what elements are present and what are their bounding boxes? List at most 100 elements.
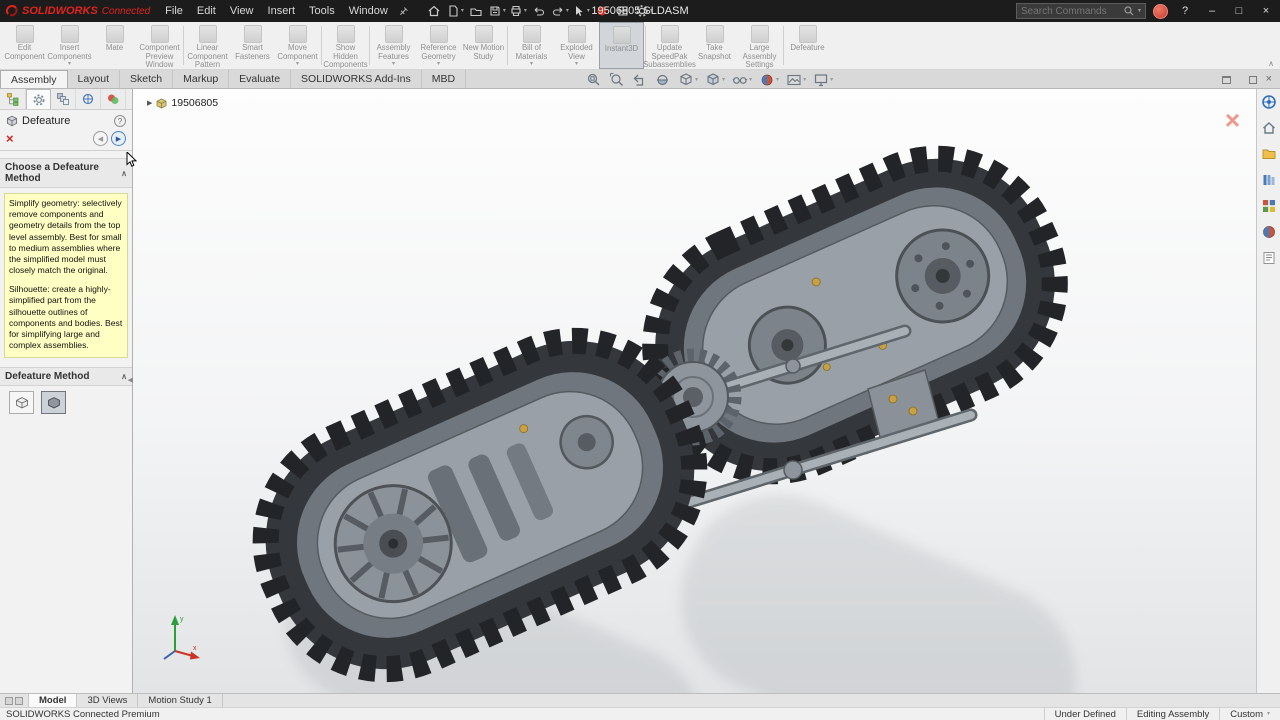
section-view-icon <box>655 72 671 88</box>
constraint-status: Under Defined <box>1044 708 1126 720</box>
zoom-area-button[interactable] <box>609 72 625 88</box>
section-view-button[interactable] <box>655 72 671 88</box>
3dexperience-compass-button[interactable] <box>1261 94 1277 113</box>
view-palette-button[interactable] <box>1261 198 1277 217</box>
select-button[interactable]: ▾ <box>572 2 590 20</box>
panel-next-button[interactable]: ▶ <box>111 131 126 146</box>
silhouette-icon <box>47 396 61 409</box>
ribbon-new-motion-study[interactable]: New Motion Study <box>461 22 506 69</box>
minimize-button[interactable]: – <box>1202 5 1222 17</box>
breadcrumb-expand-icon[interactable]: ▶ <box>147 99 152 107</box>
zoom-fit-button[interactable] <box>586 72 602 88</box>
command-search[interactable]: ▾ <box>1016 3 1146 19</box>
search-dropdown-icon[interactable]: ▾ <box>1138 8 1141 14</box>
menu-edit[interactable]: Edit <box>190 5 223 17</box>
view-orientation-button[interactable]: ▾ <box>678 72 698 88</box>
print-button[interactable]: ▾ <box>509 2 527 20</box>
redo-button[interactable]: ▾ <box>551 2 569 20</box>
ribbon-mate[interactable]: Mate <box>92 22 137 69</box>
method-silhouette-button[interactable] <box>41 391 66 414</box>
maximize-button[interactable]: □ <box>1229 5 1249 17</box>
ribbon-edit-component[interactable]: Edit Component <box>2 22 47 69</box>
cancel-command-button[interactable]: × <box>1225 107 1240 133</box>
graphics-area[interactable]: ▶ 19506805 × y x <box>133 89 1256 693</box>
panel-cancel-button[interactable]: × <box>6 132 14 145</box>
tab-configuration-manager[interactable] <box>51 89 76 109</box>
menu-view[interactable]: View <box>223 5 261 17</box>
window-restore-icon[interactable] <box>1249 76 1257 84</box>
edit-appearance-button[interactable]: ▾ <box>759 72 779 88</box>
split-vertical-icon[interactable] <box>15 697 23 705</box>
tab-model[interactable]: Model <box>29 694 77 707</box>
panel-help-icon[interactable]: ? <box>114 115 126 127</box>
tab-markup[interactable]: Markup <box>173 70 229 88</box>
window-close-icon[interactable]: × <box>1266 74 1272 85</box>
tab-motion-study-1[interactable]: Motion Study 1 <box>138 694 222 707</box>
ribbon-instant3d[interactable]: Instant3D <box>599 22 644 69</box>
custom-properties-button[interactable] <box>1261 250 1277 269</box>
ribbon-show-hidden-components[interactable]: Show Hidden Components <box>323 22 368 69</box>
ribbon-move-component[interactable]: Move Component▾ <box>275 22 320 69</box>
menu-insert[interactable]: Insert <box>261 5 303 17</box>
method-simplify-button[interactable] <box>9 391 34 414</box>
file-explorer-button[interactable] <box>1261 172 1277 191</box>
ribbon-defeature[interactable]: Defeature <box>785 22 830 69</box>
ribbon-bill-of-materials[interactable]: Bill of Materials▾ <box>509 22 554 69</box>
new-window-icon[interactable] <box>1222 76 1231 84</box>
menu-tools[interactable]: Tools <box>302 5 342 17</box>
appearances-button[interactable] <box>1261 224 1277 243</box>
assembly-name[interactable]: 19506805 <box>171 97 218 109</box>
undo-button[interactable] <box>530 2 548 20</box>
hide-show-items-button[interactable]: ▾ <box>732 72 752 88</box>
ribbon-assembly-features[interactable]: Assembly Features▾ <box>371 22 416 69</box>
design-library-button[interactable] <box>1261 146 1277 165</box>
menu-window[interactable]: Window <box>342 5 395 17</box>
group-defeature-method-header[interactable]: Defeature Method ∧ <box>0 367 132 386</box>
model-3d[interactable] <box>133 89 1256 693</box>
solidworks-resources-button[interactable] <box>1261 120 1277 139</box>
open-button[interactable] <box>467 2 485 20</box>
ribbon-collapse-arrow[interactable]: ∧ <box>1268 59 1274 68</box>
tab-mbd[interactable]: MBD <box>422 70 466 88</box>
tab-display-manager[interactable] <box>101 89 126 109</box>
ribbon-reference-geometry[interactable]: Reference Geometry▾ <box>416 22 461 69</box>
search-input[interactable] <box>1021 6 1120 17</box>
ribbon-smart-fasteners[interactable]: Smart Fasteners <box>230 22 275 69</box>
home-button[interactable] <box>425 2 443 20</box>
tab-feature-manager[interactable] <box>1 89 26 109</box>
tab-3d-views[interactable]: 3D Views <box>77 694 138 707</box>
previous-view-button[interactable] <box>632 72 648 88</box>
tab-dimxpert-manager[interactable] <box>76 89 101 109</box>
ribbon-component-preview-window[interactable]: Component Preview Window <box>137 22 182 69</box>
new-document-button[interactable]: ▾ <box>446 2 464 20</box>
ribbon-insert-components[interactable]: Insert Components▾ <box>47 22 92 69</box>
unit-system-selector[interactable]: Custom▾ <box>1219 708 1280 720</box>
ribbon-exploded-view[interactable]: Exploded View▾ <box>554 22 599 69</box>
tab-evaluate[interactable]: Evaluate <box>229 70 291 88</box>
help-button[interactable]: ? <box>1175 5 1195 17</box>
pin-menu-button[interactable] <box>395 2 413 20</box>
close-button[interactable]: × <box>1256 5 1276 17</box>
apply-scene-button[interactable]: ▾ <box>786 72 806 88</box>
tab-assembly[interactable]: Assembly <box>0 70 68 88</box>
front-track-assembly[interactable] <box>230 305 730 693</box>
menu-bar: File Edit View Insert Tools Window <box>158 2 413 20</box>
save-button[interactable]: ▾ <box>488 2 506 20</box>
view-settings-button[interactable]: ▾ <box>813 72 833 88</box>
tab-sketch[interactable]: Sketch <box>120 70 173 88</box>
group-choose-method-header[interactable]: Choose a Defeature Method ∧ <box>0 158 132 188</box>
menu-file[interactable]: File <box>158 5 190 17</box>
panel-back-button[interactable]: ◀ <box>93 131 108 146</box>
redo-icon <box>551 4 565 18</box>
user-avatar[interactable] <box>1153 4 1168 19</box>
display-style-button[interactable]: ▾ <box>705 72 725 88</box>
ribbon-large-assembly-settings[interactable]: Large Assembly Settings▾ <box>737 22 782 69</box>
feature-tree-flyout[interactable]: ▶ 19506805 <box>147 97 218 109</box>
ribbon-take-snapshot[interactable]: Take Snapshot <box>692 22 737 69</box>
tab-property-manager[interactable] <box>26 89 51 109</box>
ribbon-update-speedpak-subassemblies[interactable]: Update SpeedPak Subassemblies <box>647 22 692 69</box>
split-horizontal-icon[interactable] <box>5 697 13 705</box>
tab-solidworks-add-ins[interactable]: SOLIDWORKS Add-Ins <box>291 70 422 88</box>
ribbon-linear-component-pattern[interactable]: Linear Component Pattern▾ <box>185 22 230 69</box>
tab-layout[interactable]: Layout <box>68 70 121 88</box>
